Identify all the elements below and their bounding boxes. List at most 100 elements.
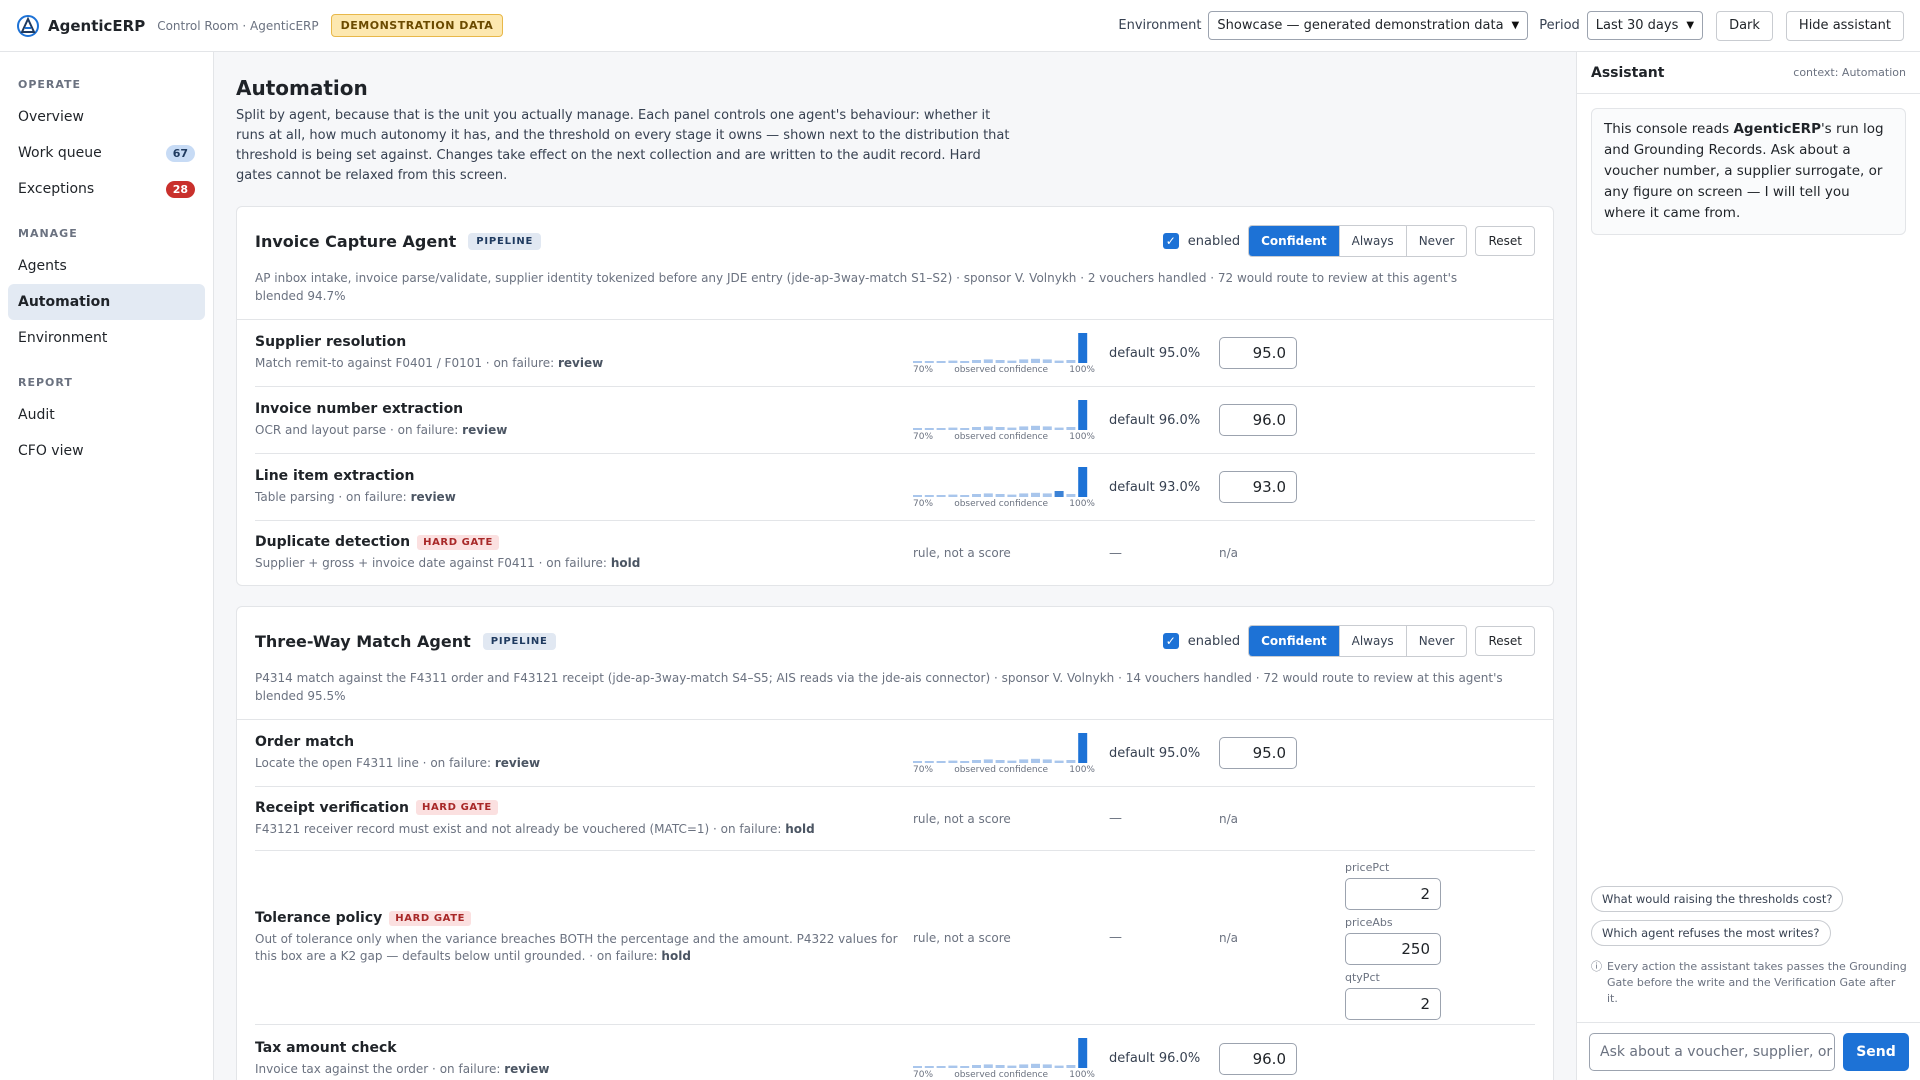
failure-label: on failure: <box>397 423 459 437</box>
mode-confident-button[interactable]: Confident <box>1249 226 1339 256</box>
sidebar-item-agents[interactable]: Agents <box>8 248 205 284</box>
sidebar-item-audit[interactable]: Audit <box>8 397 205 433</box>
suggestion-chip[interactable]: What would raising the thresholds cost? <box>1591 886 1844 912</box>
period-select[interactable]: Last 30 days ▼ <box>1586 11 1704 40</box>
histogram-bar <box>995 1065 1005 1068</box>
sidebar-item-label: Work queue <box>18 145 102 161</box>
default-threshold: default 93.0% <box>1109 479 1201 495</box>
histogram-bar <box>1054 360 1064 363</box>
histogram-axis-label: observed confidence <box>954 498 1049 509</box>
enabled-checkbox[interactable]: ✓ <box>1162 233 1179 249</box>
histogram-high-label: 100% <box>1069 498 1095 509</box>
threshold-input[interactable] <box>1219 1042 1297 1075</box>
no-default: — <box>1109 930 1122 945</box>
mode-never-button[interactable]: Never <box>1405 626 1467 656</box>
sidebar-item-label: Automation <box>18 294 111 310</box>
stage-description: F43121 receiver record must exist and no… <box>255 821 913 838</box>
sidebar-item-label: Exceptions <box>18 181 95 197</box>
assistant-panel: Assistant context: Automation This conso… <box>1576 52 1920 1080</box>
stage-row: Duplicate detection HARD GATE Supplier + g… <box>255 521 1535 585</box>
histogram-bar <box>1019 1064 1029 1068</box>
reset-button[interactable]: Reset <box>1475 626 1535 656</box>
count-badge: 28 <box>165 180 195 198</box>
not-applicable: n/a <box>1219 546 1239 560</box>
histogram-bar <box>924 494 934 497</box>
message-brand: AgenticERP <box>1733 121 1821 137</box>
histogram-bar <box>1054 490 1064 497</box>
hide-assistant-button[interactable]: Hide assistant <box>1785 10 1904 41</box>
sidebar-item-overview[interactable]: Overview <box>8 99 205 135</box>
send-button[interactable]: Send <box>1843 1032 1909 1071</box>
not-applicable: n/a <box>1219 811 1239 826</box>
histogram-axis-label: observed confidence <box>954 364 1049 375</box>
tolerance-priceAbs-input[interactable] <box>1345 933 1441 965</box>
histogram-bar <box>1007 760 1017 763</box>
tolerance-pricePct-input[interactable] <box>1345 878 1441 910</box>
stage-detail: Out of tolerance only when the variance … <box>255 932 898 963</box>
histogram-bar <box>924 360 934 363</box>
histogram-chart <box>913 732 1088 763</box>
sidebar-section-title: OPERATE <box>18 78 82 91</box>
mode-confident-button[interactable]: Confident <box>1249 626 1339 656</box>
assistant-input[interactable]: Ask about a voucher, supplier, or figure… <box>1589 1032 1835 1071</box>
agent-panel-header: Invoice Capture Agent PIPELINE ✓ enabled Con… <box>237 207 1553 320</box>
histogram-chart <box>913 466 1088 497</box>
stage-row: Line item extraction Table parsing · on f… <box>255 454 1535 521</box>
histogram-bar <box>948 494 958 497</box>
sidebar-item-automation[interactable]: Automation <box>8 284 205 320</box>
hard-gate-badge: HARD GATE <box>415 800 498 815</box>
mode-never-button[interactable]: Never <box>1405 226 1467 256</box>
environment-select[interactable]: Showcase — generated demonstration data ▼ <box>1208 11 1529 40</box>
histogram-bar <box>995 426 1005 430</box>
default-threshold: default 95.0% <box>1109 745 1201 761</box>
histogram-bar <box>1066 426 1076 430</box>
histogram-high-label: 100% <box>1069 364 1095 375</box>
threshold-input[interactable] <box>1219 471 1297 503</box>
dark-mode-button[interactable]: Dark <box>1716 10 1773 41</box>
histogram-bar <box>1007 494 1017 497</box>
histogram-bar <box>983 1064 993 1068</box>
histogram-bar <box>960 360 970 363</box>
histogram-bar <box>936 1066 946 1068</box>
stage-row: Invoice number extraction OCR and layout … <box>255 387 1535 454</box>
sidebar-section-title: MANAGE <box>18 227 78 240</box>
no-default: — <box>1109 811 1122 826</box>
message-text: This console reads <box>1604 121 1734 137</box>
mode-always-button[interactable]: Always <box>1338 626 1406 656</box>
autonomy-mode-toggle: Confident Always Never <box>1248 625 1468 657</box>
sidebar-item-work-queue[interactable]: Work queue 67 <box>8 135 205 171</box>
suggestion-chip[interactable]: Which agent refuses the most writes? <box>1591 920 1831 946</box>
stage-name: Duplicate detection <box>255 534 411 550</box>
histogram-bar <box>995 359 1005 363</box>
histogram-bar <box>936 360 946 363</box>
stage-name: Tolerance policy <box>255 910 383 926</box>
histogram-bar <box>936 494 946 497</box>
sidebar-item-environment[interactable]: Environment <box>8 320 205 356</box>
assistant-message: This console reads AgenticERP's run log … <box>1591 108 1906 235</box>
reset-button[interactable]: Reset <box>1475 226 1535 256</box>
confidence-histogram: 70% observed confidence 100% <box>913 732 1109 775</box>
agent-name: Three-Way Match Agent <box>255 631 471 651</box>
threshold-input[interactable] <box>1219 737 1297 769</box>
mode-always-button[interactable]: Always <box>1338 226 1406 256</box>
tolerance-label: qtyPct <box>1345 971 1380 984</box>
note-text: Every action the assistant takes passes … <box>1607 960 1907 1005</box>
stage-row: Supplier resolution Match remit-to agains… <box>255 320 1535 387</box>
sidebar-item-exceptions[interactable]: Exceptions 28 <box>8 171 205 207</box>
stage-row: Tax amount check Invoice tax against the … <box>255 1025 1535 1080</box>
histogram-bar <box>924 1066 934 1068</box>
stage-row: Order match Locate the open F4311 line · … <box>255 720 1535 787</box>
histogram-low-label: 70% <box>913 1070 934 1080</box>
tolerance-fields: pricePct priceAbs qtyPct <box>1345 855 1441 1020</box>
threshold-input[interactable] <box>1219 337 1297 369</box>
histogram-bar <box>1066 1065 1076 1068</box>
stage-name: Tax amount check <box>255 1039 397 1056</box>
failure-label: on failure: <box>720 821 782 836</box>
enabled-checkbox[interactable]: ✓ <box>1162 633 1179 649</box>
tolerance-qtyPct-input[interactable] <box>1345 988 1441 1020</box>
sidebar-item-cfo-view[interactable]: CFO view <box>8 433 205 469</box>
confidence-histogram: 70% observed confidence 100% <box>913 466 1109 509</box>
sidebar-item-label: Agents <box>18 258 67 274</box>
threshold-input[interactable] <box>1219 404 1297 436</box>
logo-icon <box>16 14 40 38</box>
